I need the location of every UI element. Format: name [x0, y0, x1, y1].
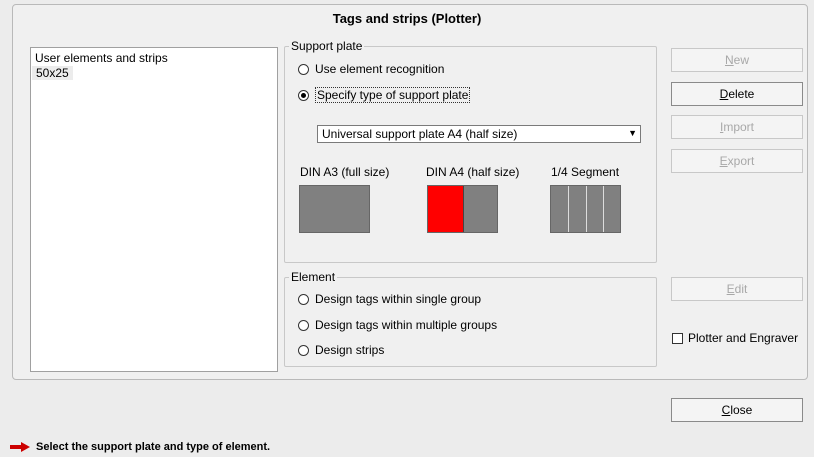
plate-label-a3: DIN A3 (full size) — [300, 165, 390, 179]
plate-icon-quarter-segment[interactable] — [550, 185, 621, 233]
radio-specify-support-plate[interactable]: Specify type of support plate — [298, 87, 471, 103]
radio-button-selected-icon — [298, 89, 309, 101]
radio-label: Specify type of support plate — [315, 87, 471, 103]
segment-divider — [586, 186, 587, 232]
radio-label: Design strips — [315, 343, 385, 357]
radio-button-icon — [298, 319, 309, 331]
list-item[interactable]: 50x25 — [31, 66, 277, 80]
radio-single-group[interactable]: Design tags within single group — [298, 292, 481, 306]
plate-label-segment: 1/4 Segment — [551, 165, 620, 179]
plate-icon-a3-full[interactable] — [299, 185, 370, 233]
close-button[interactable]: Close — [671, 398, 803, 422]
radio-label: Use element recognition — [315, 62, 445, 76]
arrow-right-icon — [10, 442, 30, 452]
plate-label-a4: DIN A4 (half size) — [426, 165, 520, 179]
dialog-title: Tags and strips (Plotter) — [332, 11, 482, 26]
radio-multiple-groups[interactable]: Design tags within multiple groups — [298, 318, 497, 332]
radio-label: Design tags within multiple groups — [315, 318, 498, 332]
half-plate — [463, 186, 497, 232]
radio-button-icon — [298, 344, 309, 356]
radio-design-strips[interactable]: Design strips — [298, 343, 384, 357]
status-bar: Select the support plate and type of ele… — [10, 441, 270, 453]
delete-button[interactable]: Delete — [671, 82, 803, 106]
plotter-engraver-checkbox[interactable]: Plotter and Engraver — [672, 331, 798, 345]
export-button[interactable]: Export — [671, 149, 803, 173]
list-header: User elements and strips — [35, 51, 168, 65]
segment-divider — [568, 186, 569, 232]
checkbox-icon[interactable] — [672, 332, 683, 344]
support-plate-dropdown[interactable]: Universal support plate A4 (half size) ▼ — [317, 125, 641, 143]
radio-use-element-recognition[interactable]: Use element recognition — [298, 62, 444, 76]
user-elements-list[interactable]: User elements and strips 50x25 — [30, 47, 278, 372]
chevron-down-icon[interactable]: ▼ — [628, 128, 637, 138]
plate-icon-a4-half[interactable] — [427, 185, 498, 233]
status-message: Select the support plate and type of ele… — [36, 441, 271, 453]
radio-button-icon — [298, 293, 309, 305]
dropdown-value: Universal support plate A4 (half size) — [322, 127, 518, 141]
element-legend: Element — [291, 270, 336, 284]
import-button[interactable]: Import — [671, 115, 803, 139]
radio-button-icon — [298, 63, 309, 75]
segment-divider — [603, 186, 604, 232]
new-button[interactable]: New — [671, 48, 803, 72]
support-plate-legend: Support plate — [291, 39, 363, 53]
half-plate-selected — [428, 186, 463, 232]
edit-button[interactable]: Edit — [671, 277, 803, 301]
radio-label: Design tags within single group — [315, 292, 482, 306]
checkbox-label: Plotter and Engraver — [688, 331, 799, 345]
